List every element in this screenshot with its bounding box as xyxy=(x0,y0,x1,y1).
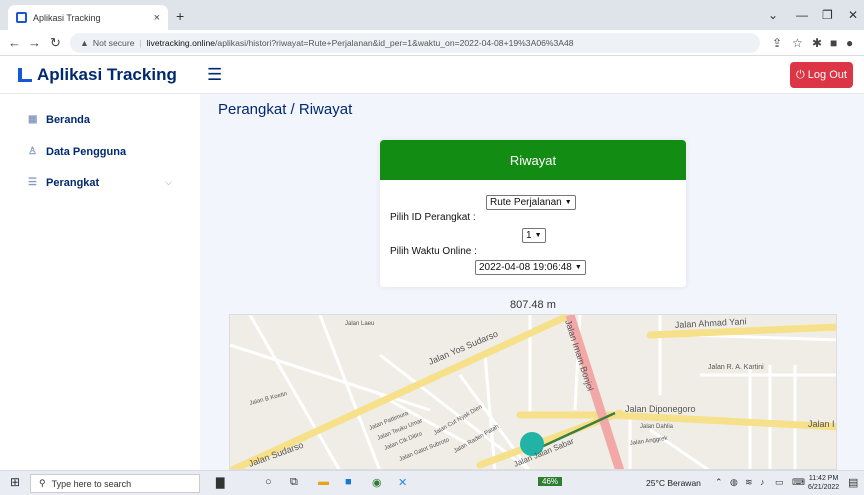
app-logo[interactable]: Aplikasi Tracking xyxy=(18,65,177,85)
tray-wifi-icon[interactable]: ≋ xyxy=(745,477,753,488)
tray-language-icon[interactable]: ⌨ xyxy=(792,477,805,488)
app-header: Aplikasi Tracking ☰ ⏻ Log Out xyxy=(0,56,864,94)
url-host: livetracking.online xyxy=(146,38,216,48)
security-label: Not secure xyxy=(92,38,135,48)
route-select-value: Rute Perjalanan xyxy=(490,197,562,208)
route-select[interactable]: Rute Perjalanan ▼ xyxy=(486,195,576,210)
chevron-down-icon: ▼ xyxy=(574,264,582,271)
taskbar-clock[interactable]: 11:42 PM 6/21/2022 xyxy=(808,474,839,492)
back-icon[interactable]: ← xyxy=(8,35,21,50)
reload-icon[interactable]: ↻ xyxy=(50,35,61,51)
device-label: Pilih ID Perangkat : xyxy=(390,212,476,223)
logout-button[interactable]: ⏻ Log Out xyxy=(790,62,853,88)
sidebar-item-label: Beranda xyxy=(46,114,91,126)
maximize-icon[interactable]: ❐ xyxy=(822,8,833,22)
card-title: Riwayat xyxy=(380,140,686,180)
sidepanel-icon[interactable]: ■ xyxy=(830,36,837,50)
profile-icon[interactable]: ● xyxy=(846,36,853,50)
riwayat-card: Riwayat Rute Perjalanan ▼ Pilih ID Perang… xyxy=(380,140,686,287)
distance-value: 807.48 m xyxy=(510,299,556,311)
street-label: Jalan I xyxy=(808,419,835,429)
warning-icon: ▲ xyxy=(80,38,89,48)
route-map[interactable]: Jalan Ahmad Yani Jalan Imam Bonjol Jalan… xyxy=(229,314,837,470)
person-icon: ♙ xyxy=(28,146,37,157)
store-icon[interactable]: ■ xyxy=(345,476,352,488)
new-tab-button[interactable]: + xyxy=(176,8,184,24)
windows-taskbar: ⊞ ⚲ Type here to search ▇ ○ ⧉ ▬ ■ ◉ ✕ 46… xyxy=(0,470,864,495)
list-icon: ☰ xyxy=(28,177,37,188)
map-canvas: Jalan Ahmad Yani Jalan Imam Bonjol Jalan… xyxy=(230,315,836,469)
device-select-value: 1 xyxy=(526,230,532,241)
tab-search-icon[interactable]: ⌄ xyxy=(768,8,778,22)
sidebar-item-data-pengguna[interactable]: ♙ Data Pengguna xyxy=(28,146,126,158)
clock-date: 6/21/2022 xyxy=(808,484,840,491)
browser-toolbar: ← → ↻ ▲ Not secure | livetracking.online… xyxy=(0,30,864,56)
weather-widget[interactable]: 25°C Berawan xyxy=(646,478,701,488)
street-label: Jalan Diponegoro xyxy=(625,404,696,414)
logo-text: Aplikasi Tracking xyxy=(37,65,177,84)
tab-close-button[interactable]: × xyxy=(154,12,160,24)
taskbar-search-input[interactable]: ⚲ Type here to search xyxy=(30,474,200,493)
time-label: Pilih Waktu Online : xyxy=(390,246,477,257)
tray-battery-icon[interactable]: ▭ xyxy=(775,477,784,488)
page-title: Perangkat / Riwayat xyxy=(218,101,353,118)
browser-tab[interactable]: Aplikasi Tracking × xyxy=(8,5,168,30)
extensions-icon[interactable]: ✱ xyxy=(812,36,822,50)
notification-icon[interactable]: ▤ xyxy=(848,476,858,489)
logo-icon xyxy=(18,68,32,82)
file-explorer-icon[interactable]: ▬ xyxy=(318,476,329,488)
minimize-icon[interactable]: — xyxy=(796,8,808,22)
battery-indicator: 46% xyxy=(538,477,563,486)
share-icon[interactable]: ⇪ xyxy=(772,36,782,50)
clock-time: 11:42 PM xyxy=(808,475,839,482)
chrome-icon[interactable]: ◉ xyxy=(372,476,382,489)
task-view-icon[interactable]: ⧉ xyxy=(290,476,298,489)
address-bar[interactable]: ▲ Not secure | livetracking.online/aplik… xyxy=(70,33,760,53)
device-select[interactable]: 1 ▼ xyxy=(522,228,546,243)
search-icon: ⚲ xyxy=(39,478,46,488)
tray-network-icon[interactable]: ◍ xyxy=(730,477,738,488)
sidebar-item-label: Data Pengguna xyxy=(46,146,127,158)
tray-chevron-up-icon[interactable]: ⌃ xyxy=(715,477,723,488)
sidebar-item-label: Perangkat xyxy=(46,177,100,189)
time-select[interactable]: 2022-04-08 19:06:48 ▼ xyxy=(475,260,586,275)
chevron-down-icon: ▼ xyxy=(534,232,542,239)
browser-tabbar: Aplikasi Tracking × + ⌄ — ❐ ✕ xyxy=(0,0,864,30)
forward-icon[interactable]: → xyxy=(28,35,41,50)
sidebar-item-perangkat[interactable]: ☰ Perangkat xyxy=(28,177,99,189)
tab-title: Aplikasi Tracking xyxy=(33,12,101,23)
grid-icon: ▦ xyxy=(28,114,38,125)
sidebar-item-beranda[interactable]: ▦ Beranda xyxy=(28,114,90,126)
street-label: Jalan Dahlia xyxy=(640,424,674,430)
favicon-icon xyxy=(16,12,27,23)
street-label: Jalan R. A. Kartini xyxy=(708,364,764,371)
vscode-icon[interactable]: ✕ xyxy=(398,476,407,489)
chevron-down-icon[interactable]: ⌵ xyxy=(165,177,172,188)
sidebar: ▦ Beranda ♙ Data Pengguna ☰ Perangkat ⌵ xyxy=(0,94,200,470)
street-label: Jalan Laeu xyxy=(345,321,374,327)
tray-volume-icon[interactable]: ♪ xyxy=(760,477,765,487)
hamburger-menu-icon[interactable]: ☰ xyxy=(207,65,222,85)
cortana-icon[interactable]: ○ xyxy=(265,476,272,488)
search-placeholder: Type here to search xyxy=(51,478,132,489)
url-path: /aplikasi/histori?riwayat=Rute+Perjalana… xyxy=(215,38,574,48)
windows-start-icon[interactable]: ⊞ xyxy=(10,475,20,489)
chevron-down-icon: ▼ xyxy=(564,199,572,206)
time-select-value: 2022-04-08 19:06:48 xyxy=(479,262,572,273)
taskbar-app-icon[interactable]: ▇ xyxy=(216,476,224,489)
bookmark-star-icon[interactable]: ☆ xyxy=(792,36,803,50)
close-window-icon[interactable]: ✕ xyxy=(848,8,858,22)
